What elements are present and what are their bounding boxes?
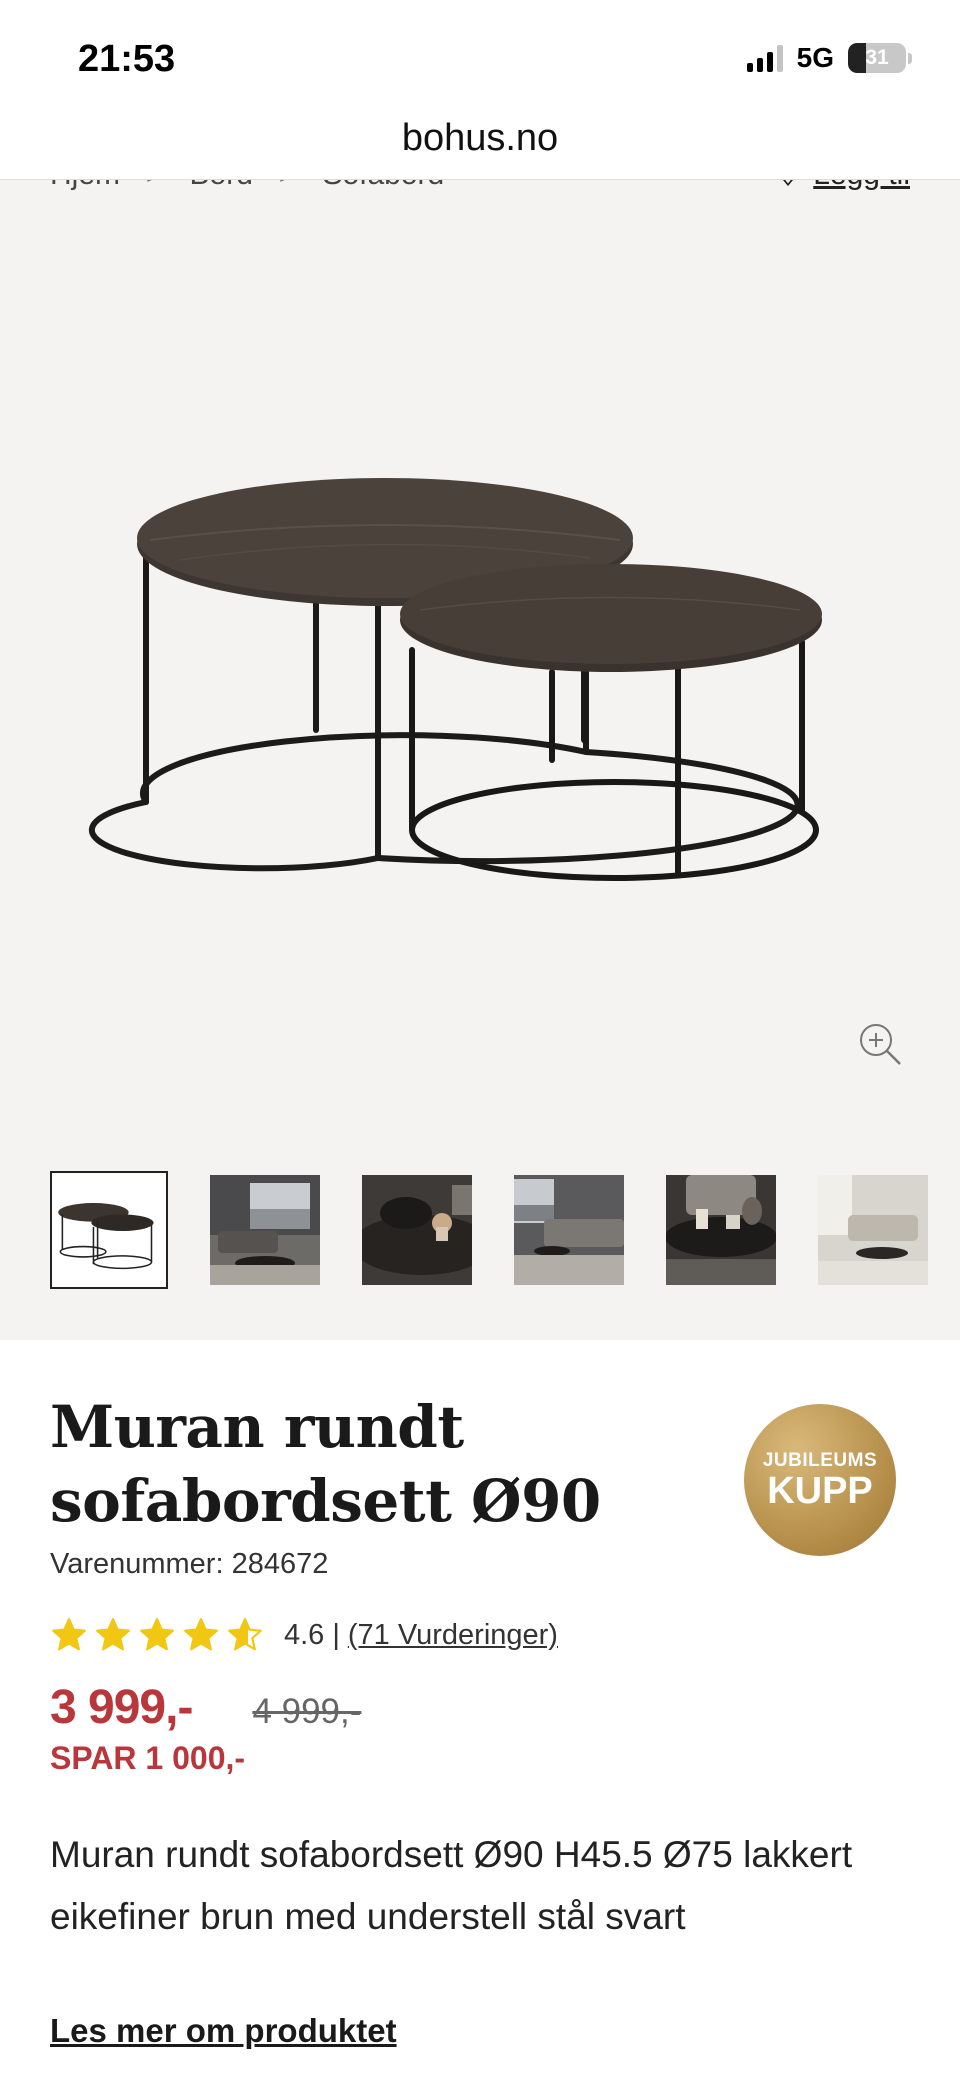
product-image[interactable] [0,180,960,1160]
sku: Varenummer: 284672 [50,1548,329,1580]
old-price: 4 999,- [252,1692,362,1731]
network-type: 5G [796,42,834,73]
current-price: 3 999,- [50,1681,193,1734]
status-bar: 21:53 5G 31 [0,0,960,118]
thumbnail-tabletop-candles[interactable] [666,1175,776,1285]
url-bar[interactable]: bohus.no [0,108,960,180]
url-text[interactable]: bohus.no [0,108,960,168]
battery-level: 31 [865,46,889,69]
product-info: Muran rundt sofabordsett Ø90 JUBILEUMS K… [0,1340,960,2078]
read-more-link[interactable]: Les mer om produktet [50,2012,397,2050]
badge-line2: KUPP [767,1470,873,1512]
star-full-icon [184,1618,218,1651]
zoom-button[interactable] [856,1020,904,1068]
badge-line1: JUBILEUMS [762,1450,878,1471]
thumbnail-tabletop-closeup[interactable] [362,1175,472,1285]
thumbnail-living-room-bright[interactable] [818,1175,928,1285]
status-icons: 5G 31 [746,42,912,74]
battery-tip [908,52,912,64]
product-description: Muran rundt sofabordsett Ø90 H45.5 Ø75 l… [50,1834,853,1937]
thumbnail-table-set-white[interactable] [50,1171,168,1289]
rating-score: 4.6 [284,1618,325,1651]
star-full-icon [140,1618,174,1651]
product-gallery: Hjem > Bord > Sofabord Legg til [0,180,960,1340]
battery-icon: 31 [848,43,906,73]
product-title: Muran rundt sofabordsett Ø90 [50,1393,601,1535]
thumbnail-living-room-sofa[interactable] [514,1175,624,1285]
signal-icon [746,44,783,72]
jubileums-kupp-badge: JUBILEUMS KUPP [744,1404,896,1556]
zoom-in-icon[interactable] [856,1020,904,1068]
star-full-icon [52,1618,86,1651]
star-rating [50,1616,264,1654]
rating[interactable]: 4.6 | (71 Vurderinger) [50,1616,558,1654]
status-time: 21:53 [78,38,176,80]
star-full-icon [96,1618,130,1651]
savings-label: SPAR 1 000,- [50,1740,246,1776]
thumbnail-living-room-window[interactable] [210,1175,320,1285]
star-half-icon [228,1618,262,1651]
price-row: 3 999,- 4 999,- [50,1680,361,1735]
thumbnail-strip [50,1171,928,1289]
rating-count-link[interactable]: (71 Vurderinger) [348,1619,558,1652]
rating-separator: | [332,1618,340,1651]
